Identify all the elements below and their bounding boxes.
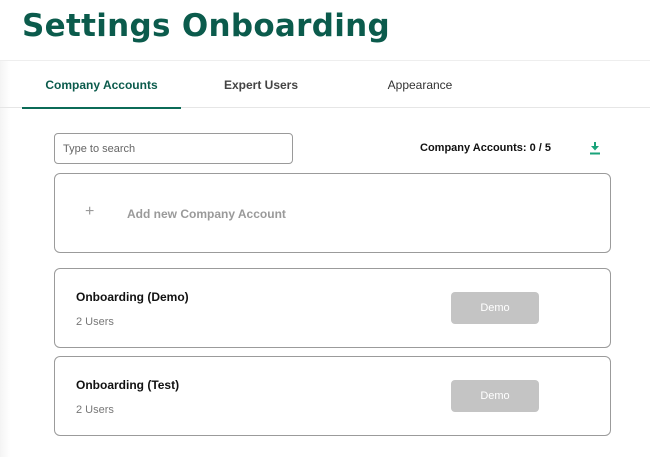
tab-company-accounts[interactable]: Company Accounts	[22, 61, 181, 109]
plus-icon: +	[85, 203, 95, 220]
settings-page: Settings Onboarding Company Accounts Exp…	[0, 0, 650, 457]
company-accounts-count: Company Accounts: 0 / 5	[420, 142, 552, 154]
demo-button[interactable]: Demo	[451, 380, 539, 412]
company-account-card: Onboarding (Test) 2 Users Demo	[54, 356, 611, 436]
tab-expert-users[interactable]: Expert Users	[181, 61, 341, 108]
tab-appearance[interactable]: Appearance	[341, 61, 499, 108]
account-name: Onboarding (Test)	[76, 378, 180, 392]
left-edge-shadow	[0, 60, 10, 457]
account-user-count: 2 Users	[76, 316, 114, 328]
account-name: Onboarding (Demo)	[76, 290, 189, 304]
search-input[interactable]	[54, 133, 293, 164]
demo-button[interactable]: Demo	[451, 292, 539, 324]
account-user-count: 2 Users	[76, 404, 114, 416]
add-company-account-card[interactable]: + Add new Company Account	[54, 173, 611, 253]
page-title: Settings Onboarding	[22, 8, 391, 44]
tab-bar: Company Accounts Expert Users Appearance	[0, 60, 650, 109]
download-icon[interactable]	[589, 141, 601, 155]
company-account-card: Onboarding (Demo) 2 Users Demo	[54, 268, 611, 348]
add-company-account-label: Add new Company Account	[127, 207, 286, 221]
